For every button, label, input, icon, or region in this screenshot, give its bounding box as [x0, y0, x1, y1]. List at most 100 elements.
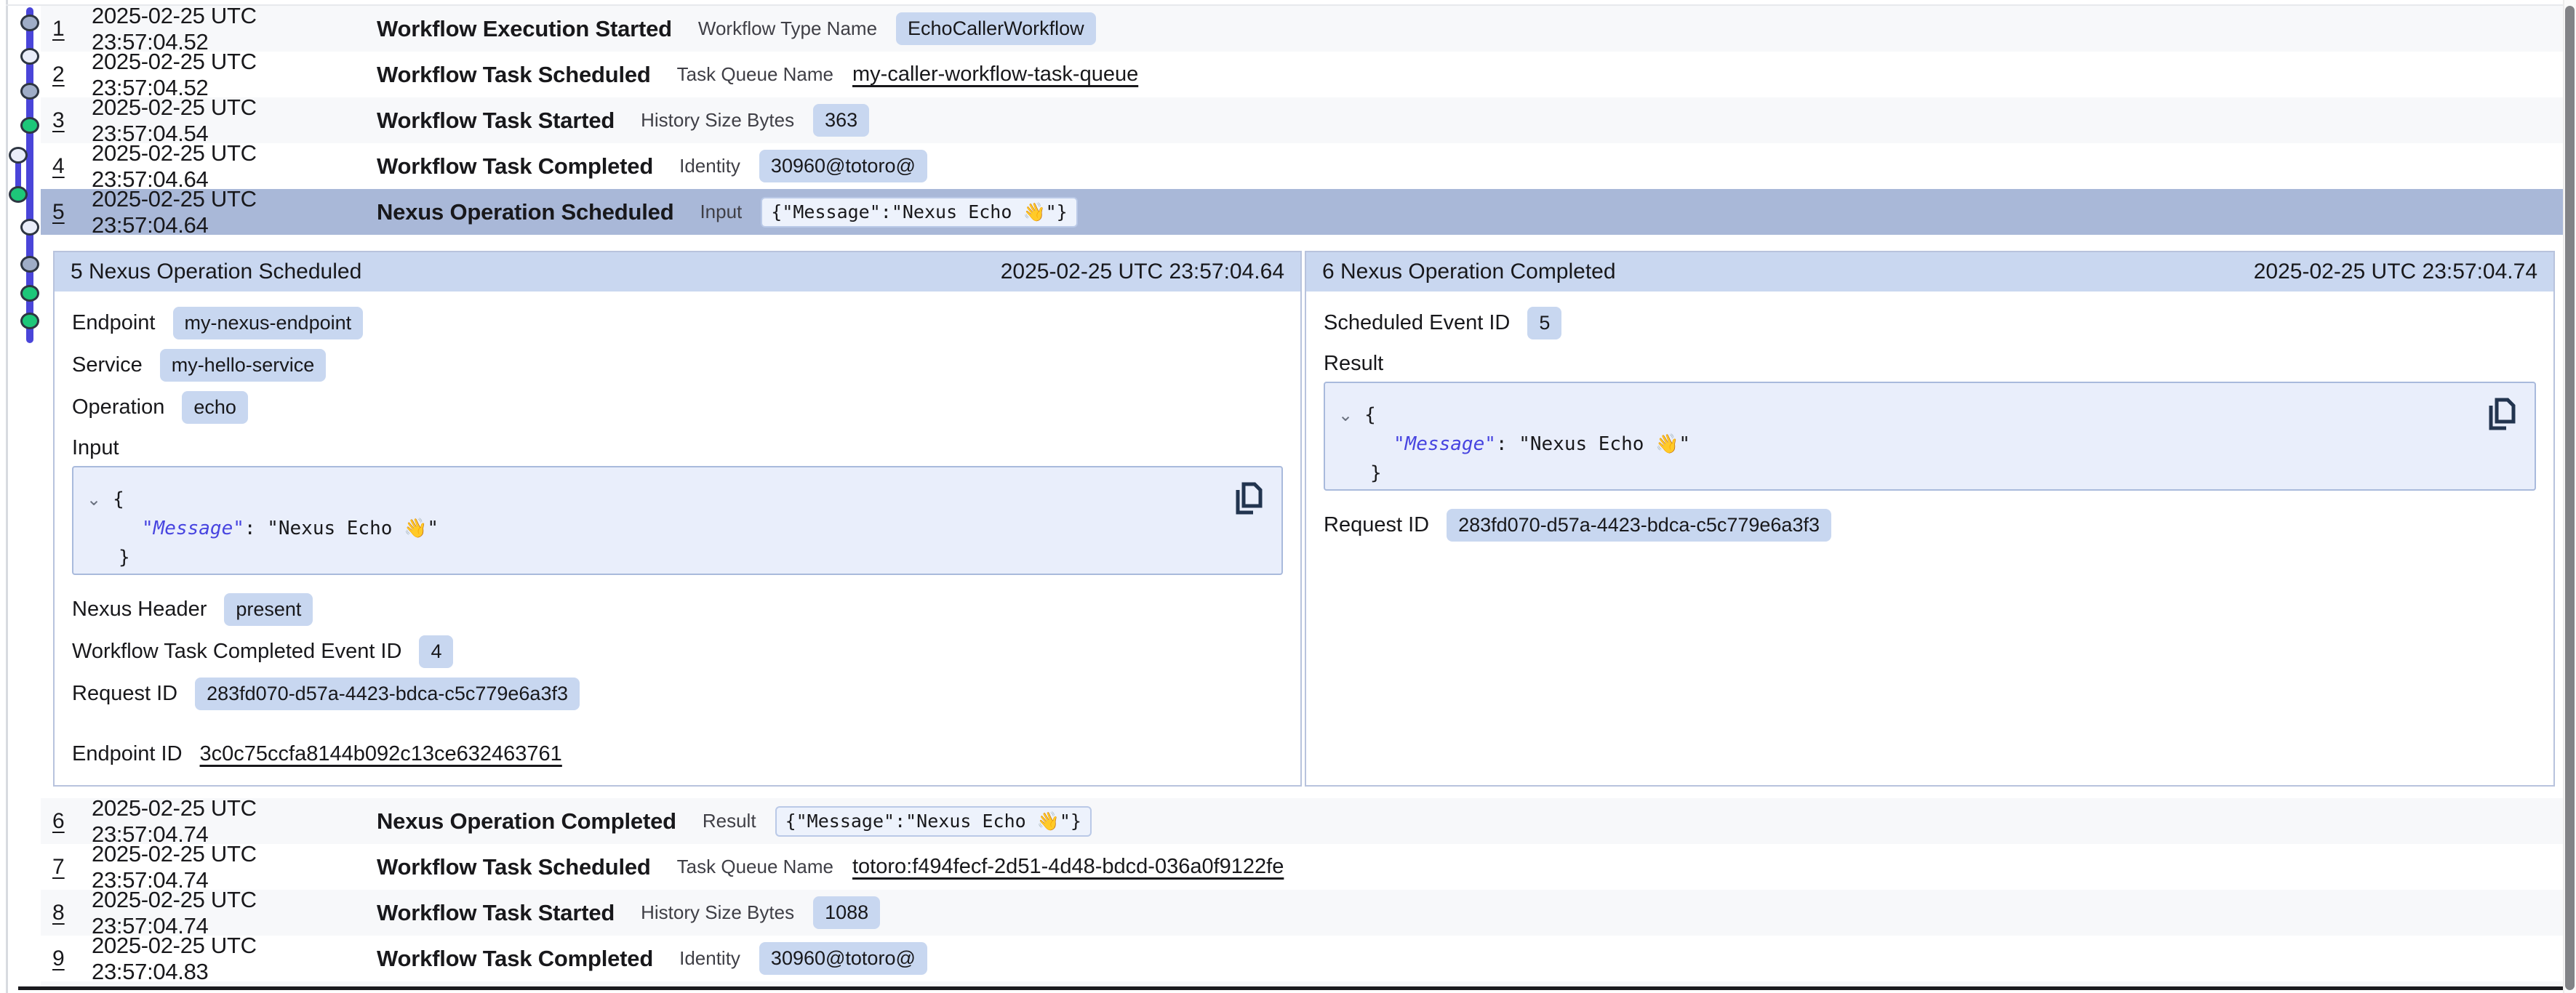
event-attr-label: Identity	[679, 947, 740, 970]
event-name: Nexus Operation Scheduled	[377, 199, 673, 225]
event-row[interactable]: 8 2025-02-25 UTC 23:57:04.74 Workflow Ta…	[41, 890, 2564, 936]
event-timestamp: 2025-02-25 UTC 23:57:04.64	[92, 140, 377, 193]
event-id-link[interactable]: 7	[52, 855, 68, 880]
event-row[interactable]: 6 2025-02-25 UTC 23:57:04.74 Nexus Opera…	[41, 798, 2564, 844]
event-attr-value-chip: 30960@totoro@	[759, 942, 927, 975]
panel-title: 6 Nexus Operation Completed	[1322, 260, 1616, 284]
field-label: Result	[1324, 352, 1383, 376]
field-value-chip: 4	[419, 635, 453, 668]
task-queue-link[interactable]: totoro:f494fecf-2d51-4d48-bdcd-036a0f912…	[852, 855, 1284, 879]
event-detail-panel-scheduled: 5 Nexus Operation Scheduled 2025-02-25 U…	[53, 251, 1302, 787]
next-row-sliver	[41, 981, 2564, 986]
timeline-marker-scheduled	[9, 147, 28, 164]
json-viewer: ⌄{ "Message": "Nexus Echo 👋" }	[1324, 382, 2536, 491]
event-row[interactable]: 2 2025-02-25 UTC 23:57:04.52 Workflow Ta…	[41, 52, 2564, 97]
event-attr-value-chip: 1088	[813, 896, 880, 929]
json-value: "Nexus Echo 👋"	[267, 518, 439, 539]
field-value-chip: 283fd070-d57a-4423-bdca-c5c779e6a3f3	[1447, 509, 1831, 542]
event-attr-label: Identity	[679, 155, 740, 177]
event-timestamp: 2025-02-25 UTC 23:57:04.52	[92, 3, 377, 55]
field-label: Request ID	[72, 682, 177, 706]
event-row[interactable]: 7 2025-02-25 UTC 23:57:04.74 Workflow Ta…	[41, 844, 2564, 890]
copy-button[interactable]	[1232, 481, 1265, 517]
field-label: Workflow Task Completed Event ID	[72, 640, 401, 664]
timeline-marker-completed	[20, 117, 39, 134]
event-timestamp: 2025-02-25 UTC 23:57:04.54	[92, 95, 377, 147]
json-value: "Nexus Echo 👋"	[1519, 433, 1690, 455]
collapse-caret-icon[interactable]: ⌄	[87, 489, 101, 510]
copy-icon	[1232, 481, 1265, 517]
event-id-link[interactable]: 1	[52, 17, 68, 41]
event-attr-value-chip: EchoCallerWorkflow	[896, 12, 1096, 45]
json-viewer: ⌄{ "Message": "Nexus Echo 👋" }	[72, 466, 1283, 575]
panel-body: Scheduled Event ID 5 Result ⌄{ "Message"…	[1306, 292, 2553, 542]
copy-icon	[2485, 396, 2519, 433]
event-id-link[interactable]: 6	[52, 809, 68, 834]
event-name: Workflow Task Scheduled	[377, 854, 651, 880]
event-name: Workflow Execution Started	[377, 16, 672, 42]
event-attr-value-chip: 30960@totoro@	[759, 150, 927, 182]
event-id-link[interactable]: 3	[52, 108, 68, 133]
field-value-chip: 283fd070-d57a-4423-bdca-c5c779e6a3f3	[195, 678, 580, 710]
event-attr-label: Result	[703, 810, 756, 832]
event-name: Workflow Task Completed	[377, 946, 653, 972]
field-value-chip: present	[224, 593, 313, 626]
json-key: "Message"	[1393, 433, 1496, 455]
event-attr-label: Task Queue Name	[677, 63, 833, 86]
field-label: Endpoint	[72, 311, 156, 335]
event-row[interactable]: 3 2025-02-25 UTC 23:57:04.54 Workflow Ta…	[41, 97, 2564, 143]
timeline-marker-started	[20, 83, 39, 100]
event-timestamp: 2025-02-25 UTC 23:57:04.74	[92, 887, 377, 939]
event-attr-label: History Size Bytes	[641, 901, 794, 924]
page-left-border	[6, 0, 8, 993]
event-id-link[interactable]: 4	[52, 154, 68, 179]
event-timestamp: 2025-02-25 UTC 23:57:04.83	[92, 933, 377, 985]
panel-timestamp: 2025-02-25 UTC 23:57:04.74	[2254, 260, 2537, 284]
event-timestamp: 2025-02-25 UTC 23:57:04.52	[92, 49, 377, 101]
event-id-link[interactable]: 9	[52, 946, 68, 971]
scrollbar-thumb[interactable]	[2565, 6, 2575, 990]
event-row[interactable]: 4 2025-02-25 UTC 23:57:04.64 Workflow Ta…	[41, 143, 2564, 189]
event-row-selected[interactable]: 5 2025-02-25 UTC 23:57:04.64 Nexus Opera…	[41, 189, 2564, 235]
event-name: Workflow Task Completed	[377, 153, 653, 180]
task-queue-link[interactable]: my-caller-workflow-task-queue	[852, 63, 1138, 87]
copy-button[interactable]	[2485, 396, 2519, 433]
field-label: Operation	[72, 395, 164, 419]
event-name: Workflow Task Started	[377, 108, 615, 134]
event-id-link[interactable]: 2	[52, 63, 68, 87]
timeline-marker-started	[20, 15, 39, 31]
event-name: Workflow Task Started	[377, 900, 615, 926]
timeline-marker-scheduled	[20, 219, 39, 236]
event-attr-value-json-chip: {"Message":"Nexus Echo 👋"}	[775, 806, 1092, 837]
field-label: Input	[72, 436, 119, 460]
panel-title: 5 Nexus Operation Scheduled	[71, 260, 361, 284]
event-timestamp: 2025-02-25 UTC 23:57:04.74	[92, 841, 377, 893]
event-row[interactable]: 9 2025-02-25 UTC 23:57:04.83 Workflow Ta…	[41, 936, 2564, 981]
json-key: "Message"	[142, 518, 244, 539]
field-value-chip: 5	[1527, 307, 1561, 339]
field-label: Nexus Header	[72, 598, 207, 622]
event-id-link[interactable]: 8	[52, 901, 68, 925]
endpoint-id-link[interactable]: 3c0c75ccfa8144b092c13ce632463761	[200, 742, 562, 766]
event-id-link[interactable]: 5	[52, 200, 68, 225]
timeline-marker-completed	[9, 186, 28, 203]
scrollbar-track[interactable]	[2563, 0, 2576, 993]
panel-header: 5 Nexus Operation Scheduled 2025-02-25 U…	[55, 252, 1300, 292]
panel-timestamp: 2025-02-25 UTC 23:57:04.64	[1001, 260, 1284, 284]
panel-body: Endpoint my-nexus-endpoint Service my-he…	[55, 292, 1300, 771]
event-history-list: 1 2025-02-25 UTC 23:57:04.52 Workflow Ex…	[41, 6, 2564, 235]
field-label: Endpoint ID	[72, 742, 183, 766]
collapse-caret-icon[interactable]: ⌄	[1338, 405, 1353, 425]
event-attr-label: History Size Bytes	[641, 109, 794, 132]
event-name: Nexus Operation Completed	[377, 808, 676, 835]
timeline-marker-completed	[20, 285, 39, 302]
event-attr-value-json-chip: {"Message":"Nexus Echo 👋"}	[761, 197, 1077, 228]
field-label: Service	[72, 353, 143, 377]
event-attr-label: Workflow Type Name	[698, 17, 877, 40]
field-label: Request ID	[1324, 513, 1429, 537]
event-attr-value-chip: 363	[813, 104, 869, 137]
panel-header: 6 Nexus Operation Completed 2025-02-25 U…	[1306, 252, 2553, 292]
timeline-marker-scheduled	[20, 48, 39, 65]
event-row[interactable]: 1 2025-02-25 UTC 23:57:04.52 Workflow Ex…	[41, 6, 2564, 52]
event-timestamp: 2025-02-25 UTC 23:57:04.74	[92, 795, 377, 848]
